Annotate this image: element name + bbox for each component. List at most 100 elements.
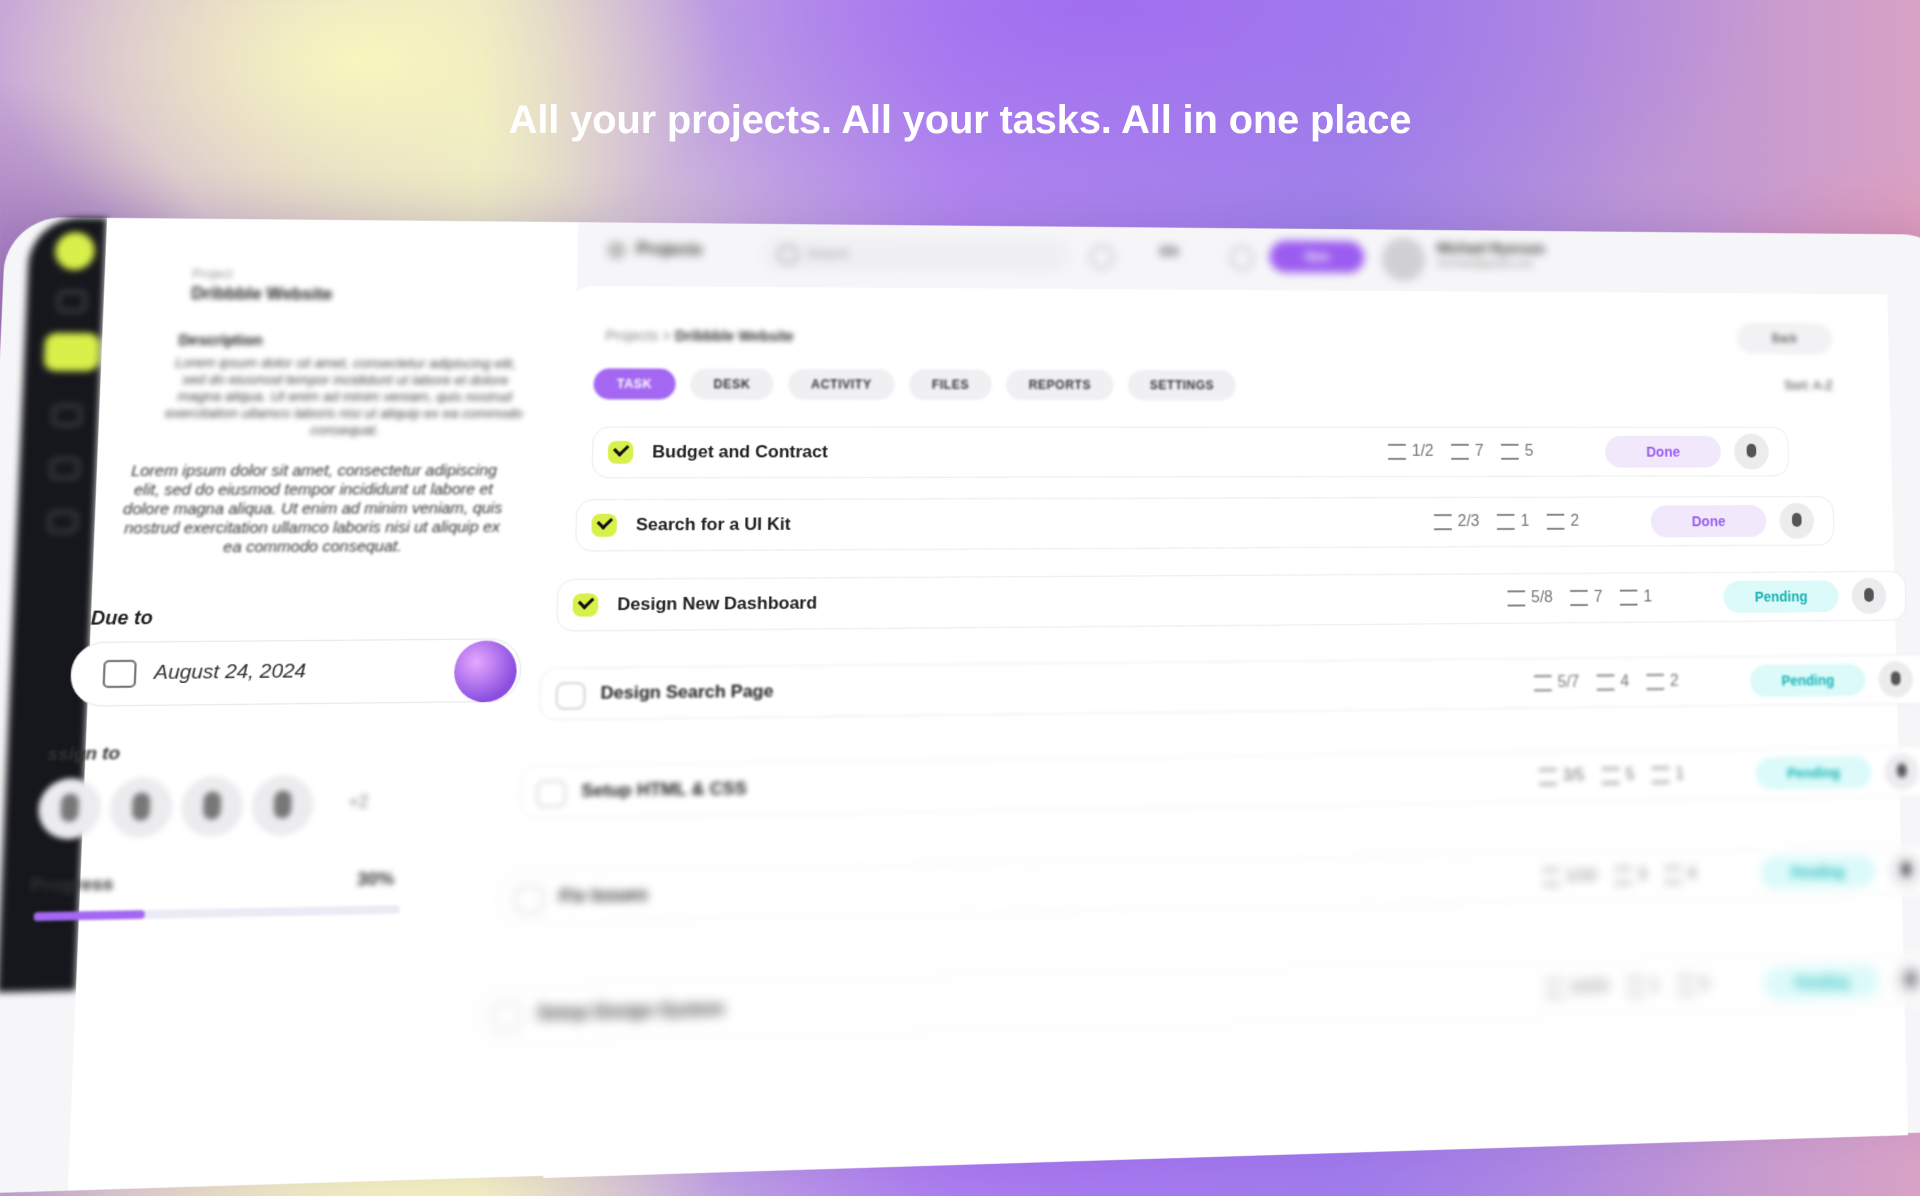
more-assignees-count: +2 bbox=[348, 793, 369, 813]
assignee-avatar[interactable] bbox=[1878, 661, 1914, 698]
status-badge[interactable]: Pending bbox=[1763, 964, 1881, 1001]
task-name: Fix Issues bbox=[559, 884, 648, 907]
dashboard-icon[interactable] bbox=[57, 290, 87, 313]
task-checkbox[interactable] bbox=[555, 681, 586, 710]
tab-task[interactable]: TASK bbox=[593, 368, 676, 400]
table-row[interactable]: Budget and Contract 1/2 7 5 Done bbox=[591, 426, 1790, 479]
task-checkbox[interactable] bbox=[607, 440, 634, 464]
calendar-icon bbox=[102, 659, 137, 689]
task-meta: 1/10 3 4 bbox=[1524, 865, 1697, 887]
avatar[interactable] bbox=[179, 775, 245, 838]
description-text-2: Lorem ipsum dolor sit amet, consectetur … bbox=[122, 461, 503, 557]
task-checkbox[interactable] bbox=[572, 593, 599, 617]
task-meta: 10/20 1 5 bbox=[1528, 976, 1710, 999]
status-badge[interactable]: Pending bbox=[1723, 580, 1839, 613]
progress-label: Progress bbox=[30, 873, 114, 896]
top-bar: Projects Search EN New Michael Ryerson m… bbox=[606, 222, 1859, 294]
new-button[interactable]: New bbox=[1269, 240, 1365, 274]
task-meta: 3/5 5 1 bbox=[1521, 766, 1684, 787]
comment-icon bbox=[1619, 589, 1638, 606]
team-nav-icon[interactable] bbox=[50, 457, 80, 480]
avatar[interactable] bbox=[37, 777, 103, 840]
subtasks-count: 10/20 bbox=[1569, 978, 1610, 997]
table-row[interactable]: Setup Design System 10/20 1 5 Pending bbox=[474, 953, 1920, 1043]
link-icon bbox=[1626, 978, 1645, 996]
assign-label: ssign to bbox=[46, 742, 121, 765]
links-count: 5 bbox=[1625, 766, 1635, 784]
status-badge[interactable]: Pending bbox=[1759, 854, 1876, 890]
assignee-avatar[interactable] bbox=[1884, 753, 1920, 790]
task-checkbox[interactable] bbox=[591, 513, 618, 537]
table-row[interactable]: Setup HTML & CSS 3/5 5 1 Pending bbox=[519, 745, 1920, 820]
comments-count: 2 bbox=[1570, 512, 1580, 530]
user-name: Michael Ryerson bbox=[1436, 239, 1545, 257]
task-detail-panel: Project Dribbble Website Description Lor… bbox=[30, 217, 579, 1191]
links-count: 4 bbox=[1620, 673, 1630, 691]
status-badge[interactable]: Pending bbox=[1755, 755, 1872, 790]
search-icon bbox=[777, 244, 799, 265]
table-row[interactable]: Fix Issues 1/10 3 4 Pending bbox=[497, 844, 1920, 925]
section-title: Projects bbox=[606, 240, 703, 260]
user-avatar[interactable] bbox=[1381, 237, 1426, 282]
progress-value: 30% bbox=[356, 868, 395, 890]
task-checkbox[interactable] bbox=[535, 779, 567, 809]
links-count: 1 bbox=[1650, 976, 1660, 995]
tab-settings[interactable]: SETTINGS bbox=[1127, 369, 1237, 401]
tab-reports[interactable]: REPORTS bbox=[1006, 369, 1114, 401]
table-row[interactable]: Design New Dashboard 5/8 7 1 Pending bbox=[556, 570, 1907, 632]
back-button[interactable]: Back bbox=[1736, 322, 1833, 355]
messages-nav-icon[interactable] bbox=[47, 511, 78, 533]
projects-nav-icon[interactable] bbox=[43, 332, 101, 372]
tab-files[interactable]: FILES bbox=[908, 369, 992, 401]
tab-desk[interactable]: DESK bbox=[690, 368, 774, 400]
tab-activity[interactable]: ACTIVITY bbox=[788, 368, 895, 400]
assignee-avatars[interactable]: +2 bbox=[37, 774, 369, 846]
assignee-avatar[interactable] bbox=[1893, 961, 1920, 999]
breadcrumb-root[interactable]: Projects bbox=[605, 327, 658, 344]
assignee-avatar[interactable] bbox=[1888, 851, 1920, 889]
link-icon bbox=[1451, 443, 1470, 460]
assignee-avatar[interactable] bbox=[1733, 433, 1770, 470]
task-name: Budget and Contract bbox=[652, 441, 828, 462]
task-name: Design Search Page bbox=[600, 681, 774, 703]
due-date-label: Due to bbox=[90, 607, 154, 629]
subtasks-icon bbox=[1542, 868, 1561, 886]
task-checkbox[interactable] bbox=[513, 885, 545, 914]
task-name: Setup Design System bbox=[537, 998, 725, 1024]
subtasks-icon bbox=[1545, 980, 1564, 998]
assignee-avatar[interactable] bbox=[1851, 577, 1887, 614]
status-badge[interactable]: Pending bbox=[1749, 663, 1866, 698]
breadcrumb: Projects > Dribbble Website bbox=[605, 327, 794, 344]
subtasks-count: 1/10 bbox=[1565, 867, 1597, 886]
language-selector[interactable]: EN bbox=[1160, 244, 1178, 259]
avatar[interactable] bbox=[250, 774, 315, 837]
settings-icon[interactable] bbox=[1229, 246, 1254, 271]
search-input[interactable]: Search bbox=[763, 236, 1070, 273]
help-icon[interactable] bbox=[1089, 244, 1115, 270]
assignee-avatar[interactable] bbox=[1779, 502, 1815, 539]
task-name: Setup HTML & CSS bbox=[581, 778, 747, 801]
comment-icon bbox=[1546, 513, 1565, 530]
table-row[interactable]: Search for a UI Kit 2/3 1 2 Done bbox=[574, 495, 1835, 552]
sort-dropdown[interactable]: Sort: A-Z bbox=[1784, 378, 1833, 393]
link-icon bbox=[1596, 674, 1615, 691]
status-badge[interactable]: Done bbox=[1650, 505, 1767, 538]
link-icon bbox=[1614, 867, 1633, 885]
links-count: 3 bbox=[1637, 866, 1647, 884]
comments-count: 1 bbox=[1643, 588, 1653, 606]
table-row[interactable]: Design Search Page 5/7 4 2 Pending bbox=[538, 654, 1920, 721]
section-label: Projects bbox=[636, 241, 703, 260]
app-logo-icon[interactable] bbox=[54, 232, 96, 271]
avatar[interactable] bbox=[108, 776, 174, 839]
status-badge[interactable]: Done bbox=[1604, 435, 1722, 468]
comment-icon bbox=[1676, 976, 1695, 994]
projects-icon bbox=[606, 240, 627, 260]
comments-count: 2 bbox=[1669, 672, 1679, 690]
subtasks-icon bbox=[1507, 590, 1526, 607]
hero-headline: All your projects. All your tasks. All i… bbox=[508, 98, 1412, 142]
progress-bar-fill bbox=[33, 910, 146, 922]
task-checkbox[interactable] bbox=[491, 1002, 523, 1031]
link-icon bbox=[1497, 513, 1515, 530]
calendar-nav-icon[interactable] bbox=[52, 404, 82, 427]
task-meta: 1/2 7 5 bbox=[1370, 443, 1533, 461]
